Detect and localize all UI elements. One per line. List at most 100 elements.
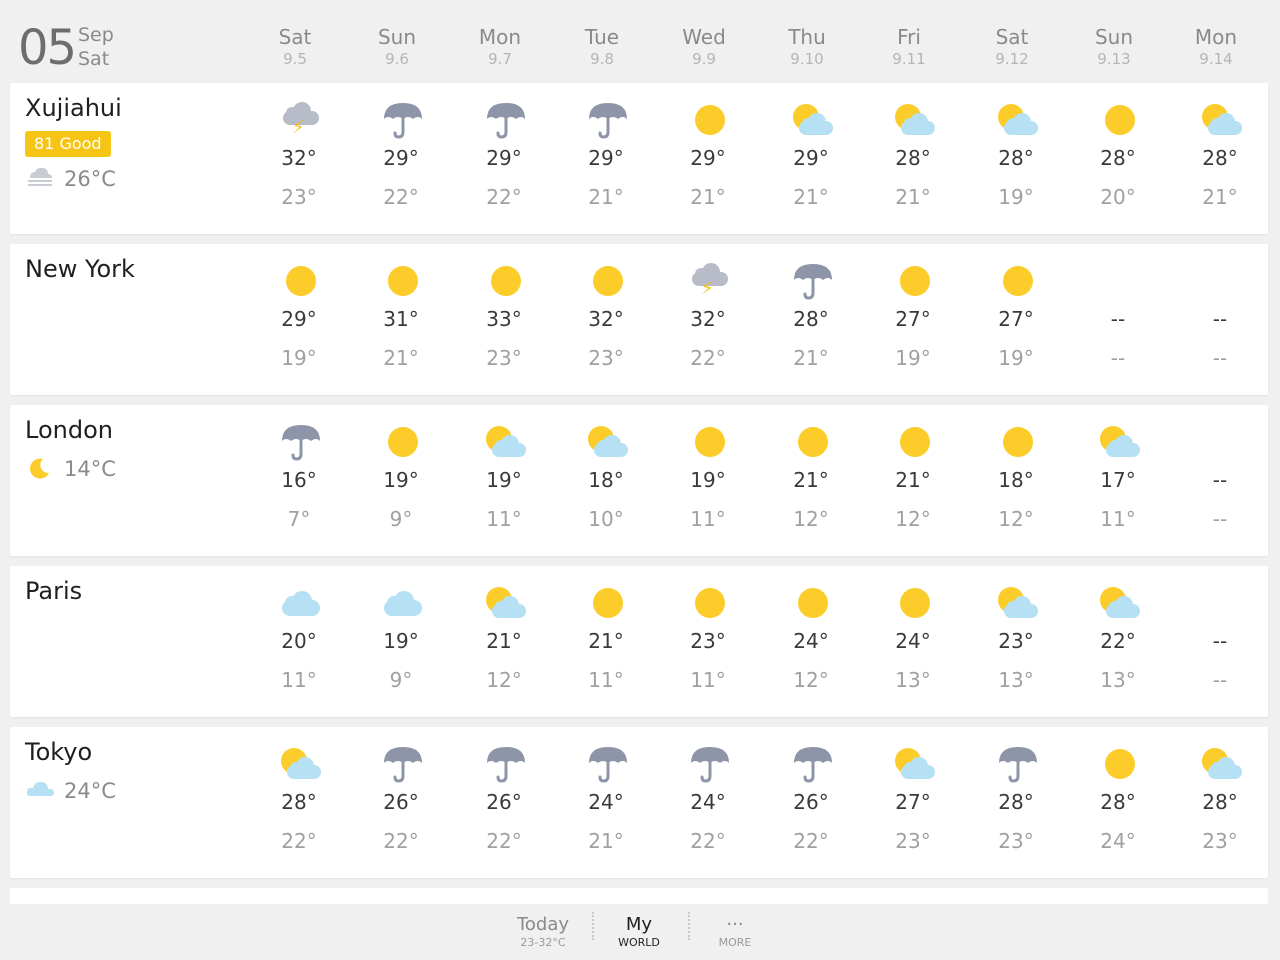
low-temp: 23°: [281, 185, 317, 209]
forecast-day: 29° 21°: [658, 83, 758, 234]
high-temp: 28°: [793, 307, 829, 331]
sun-icon: [893, 582, 937, 622]
low-temp: 23°: [588, 346, 624, 370]
day-date: 9.13: [1097, 50, 1131, 68]
low-temp: 22°: [486, 829, 522, 853]
high-temp: 29°: [383, 146, 419, 170]
high-temp: 20°: [281, 629, 317, 653]
high-temp: 22°: [1100, 629, 1136, 653]
empty-icon: [1098, 260, 1142, 300]
sun-icon: [893, 260, 937, 300]
high-temp: --: [1212, 468, 1228, 492]
low-temp: 22°: [383, 829, 419, 853]
high-temp: --: [1212, 629, 1228, 653]
umbrella-rain-icon: [996, 743, 1040, 783]
high-temp: 17°: [1100, 468, 1136, 492]
high-temp: 21°: [486, 629, 522, 653]
high-temp: 28°: [1100, 146, 1136, 170]
day-header: Sun 9.13: [1064, 24, 1164, 68]
forecast-day: 23° 13°: [966, 566, 1066, 717]
forecast-day: 24° 22°: [658, 727, 758, 878]
low-temp: 13°: [1100, 668, 1136, 692]
low-temp: 11°: [690, 668, 726, 692]
high-temp: 26°: [383, 790, 419, 814]
umbrella-rain-icon: [484, 99, 528, 139]
city-card[interactable]: New York 29° 19° 31° 21° 33° 23° 32° 23° ⚡ 32° 22° 2…: [10, 244, 1268, 395]
high-temp: 31°: [383, 307, 419, 331]
high-temp: 33°: [486, 307, 522, 331]
sun-icon: [688, 99, 732, 139]
tab-my-world[interactable]: My WORLD: [599, 914, 679, 950]
day-header: Sat 9.5: [245, 24, 345, 68]
forecast-day: 17° 11°: [1068, 405, 1168, 556]
high-temp: 23°: [690, 629, 726, 653]
forecast-day: 28° 24°: [1068, 727, 1168, 878]
tab-separator: [688, 912, 690, 940]
low-temp: 11°: [588, 668, 624, 692]
low-temp: 22°: [281, 829, 317, 853]
cloud-icon: [381, 582, 425, 622]
forecast-day: 19° 9°: [351, 405, 451, 556]
date-month: Sep: [78, 24, 114, 46]
day-name: Mon: [478, 25, 522, 49]
next-city-card-peek[interactable]: [10, 888, 1268, 904]
partly-cloudy-icon: [484, 582, 528, 622]
high-temp: 28°: [1100, 790, 1136, 814]
day-header: Sun 9.6: [347, 24, 447, 68]
cloud-icon: [26, 778, 56, 804]
high-temp: 19°: [690, 468, 726, 492]
empty-icon: [1200, 421, 1244, 461]
high-temp: 29°: [588, 146, 624, 170]
high-temp: 28°: [998, 790, 1034, 814]
forecast-day: 19° 9°: [351, 566, 451, 717]
day-date: 9.5: [283, 50, 307, 68]
low-temp: 19°: [998, 185, 1034, 209]
low-temp: 12°: [793, 507, 829, 531]
city-card[interactable]: London 14°C 16° 7° 19° 9° 19° 11° 18° 10° 19° 11° 21…: [10, 405, 1268, 556]
partly-cloudy-icon: [996, 582, 1040, 622]
forecast-day: 26° 22°: [761, 727, 861, 878]
forecast-day: -- --: [1170, 405, 1270, 556]
low-temp: --: [1110, 346, 1126, 370]
current-weather: 26°C: [26, 165, 116, 193]
forecast-day: 27° 19°: [966, 244, 1066, 395]
partly-cloudy-icon: [996, 99, 1040, 139]
low-temp: --: [1212, 668, 1228, 692]
header: 05 Sep Sat Sat 9.5 Sun 9.6 Mon 9.7 Tue 9.8 Wed 9.…: [0, 0, 1280, 82]
thunderstorm-icon: ⚡: [279, 99, 323, 139]
sun-icon: [381, 260, 425, 300]
umbrella-rain-icon: [791, 743, 835, 783]
sun-icon: [688, 582, 732, 622]
tab-my-sub: WORLD: [618, 936, 660, 949]
umbrella-rain-icon: [791, 260, 835, 300]
sun-icon: [586, 582, 630, 622]
low-temp: 12°: [998, 507, 1034, 531]
forecast-day: 29° 22°: [351, 83, 451, 234]
sun-icon: [791, 421, 835, 461]
high-temp: 29°: [486, 146, 522, 170]
low-temp: 13°: [998, 668, 1034, 692]
low-temp: 9°: [389, 668, 413, 692]
tab-today[interactable]: Today 23-32°C: [503, 914, 583, 950]
day-name: Wed: [682, 25, 726, 49]
tab-more[interactable]: ··· MORE: [695, 914, 775, 950]
low-temp: 12°: [793, 668, 829, 692]
high-temp: 24°: [690, 790, 726, 814]
high-temp: 28°: [895, 146, 931, 170]
forecast-day: 28° 19°: [966, 83, 1066, 234]
partly-cloudy-icon: [1200, 99, 1244, 139]
partly-cloudy-icon: [1098, 582, 1142, 622]
umbrella-rain-icon: [586, 99, 630, 139]
low-temp: --: [1212, 507, 1228, 531]
high-temp: 21°: [588, 629, 624, 653]
day-name: Sat: [995, 25, 1029, 49]
low-temp: 10°: [588, 507, 624, 531]
high-temp: 27°: [895, 790, 931, 814]
forecast-day: 18° 10°: [556, 405, 656, 556]
city-card[interactable]: Xujiahui 81 Good 26°C ⚡ 32° 23° 29° 22° 29° 22° 29…: [10, 83, 1268, 234]
forecast-day: -- --: [1068, 244, 1168, 395]
city-card[interactable]: Paris 20° 11° 19° 9° 21° 12° 21° 11° 23° 11° 24° 12°…: [10, 566, 1268, 717]
high-temp: 28°: [1202, 146, 1238, 170]
low-temp: 23°: [895, 829, 931, 853]
city-card[interactable]: Tokyo 24°C 28° 22° 26° 22° 26° 22° 24° 21° 24° 22° 2…: [10, 727, 1268, 878]
